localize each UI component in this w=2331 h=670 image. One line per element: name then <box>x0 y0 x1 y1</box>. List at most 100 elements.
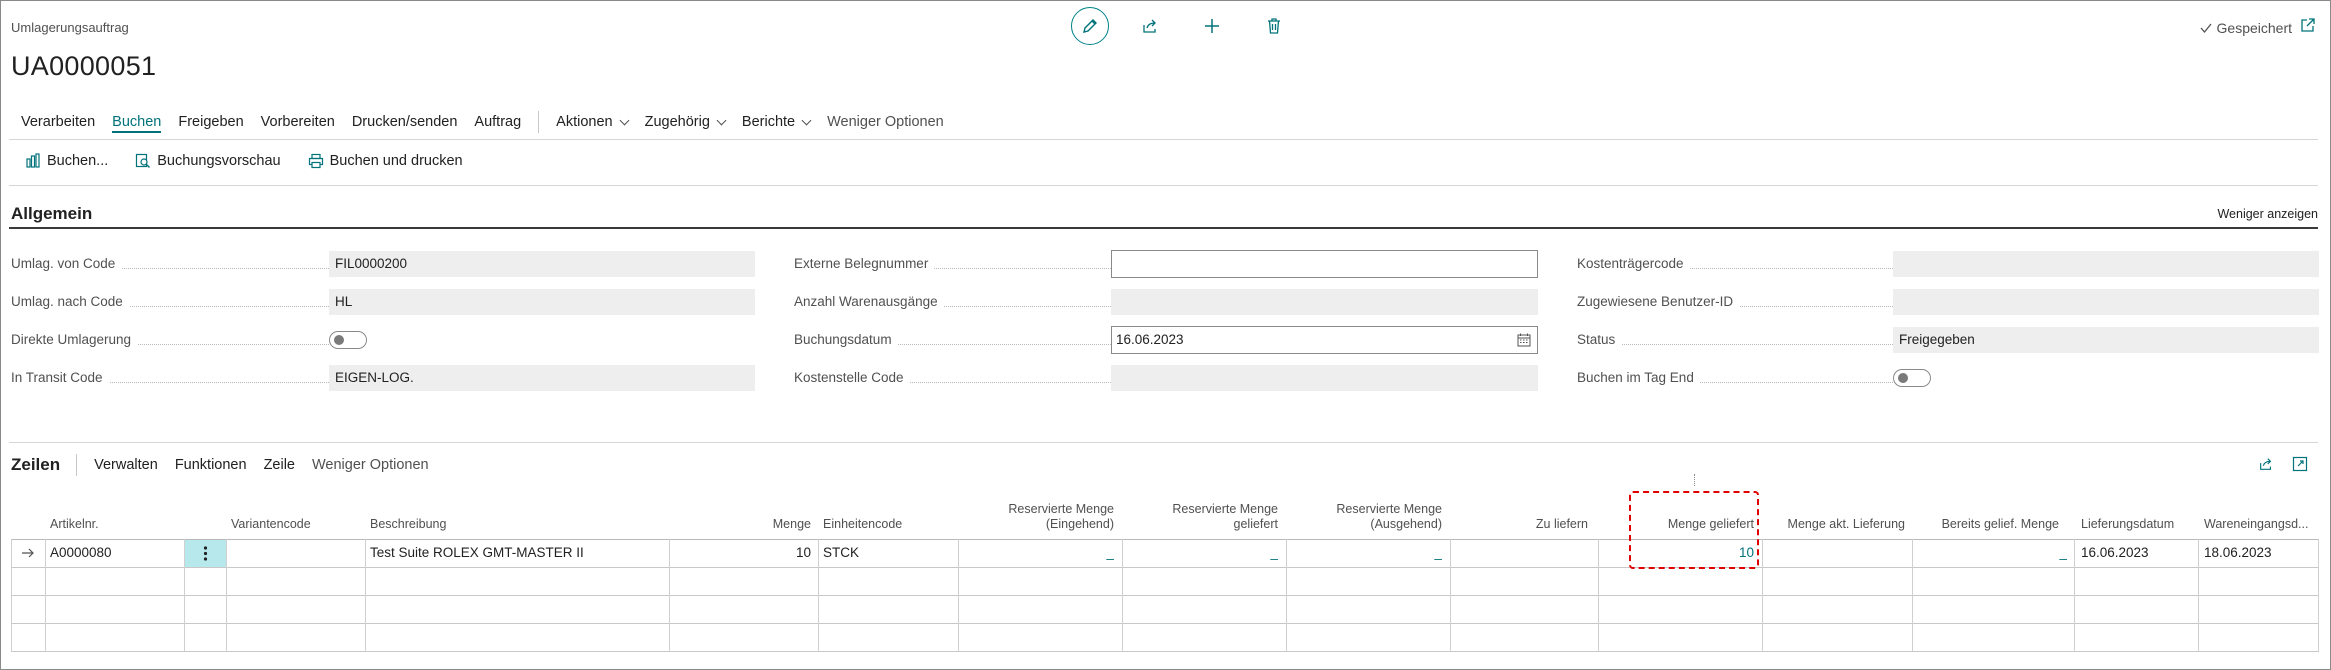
lines-action-bar: Zeilen Verwalten Funktionen Zeile Wenige… <box>11 453 446 477</box>
calendar-icon[interactable] <box>1517 333 1531 347</box>
field-label-cost-center: Kostenstelle Code <box>794 365 1111 391</box>
grid-col-line <box>818 539 819 651</box>
header-line: Reservierte Menge <box>1008 502 1114 516</box>
cell-reserved-inbound[interactable]: _ <box>959 539 1114 567</box>
pencil-edit-icon <box>1083 19 1097 33</box>
cell-unit[interactable]: STCK <box>823 539 953 567</box>
cell-variant[interactable] <box>231 539 361 567</box>
cell-quantity[interactable]: 10 <box>670 539 811 567</box>
header-line: Reservierte Menge <box>1336 502 1442 516</box>
chevron-down-icon <box>619 115 630 125</box>
cell-to-ship[interactable] <box>1451 539 1588 567</box>
expand-icon[interactable] <box>2292 456 2308 472</box>
page-title: UA0000051 <box>11 51 157 81</box>
post-and-print-button[interactable]: Buchen und drucken <box>308 153 463 169</box>
lines-action-verwalten[interactable]: Verwalten <box>94 457 158 473</box>
posting-date-input[interactable]: 16.06.2023 <box>1111 326 1538 354</box>
cell-item-no[interactable]: A0000080 <box>50 539 180 567</box>
row-indicator[interactable] <box>11 539 45 567</box>
col-header-variant[interactable]: Variantencode <box>231 517 311 532</box>
cell-reserved-shipped[interactable]: _ <box>1123 539 1278 567</box>
cell-reserved-outbound[interactable]: _ <box>1287 539 1442 567</box>
delete-button[interactable] <box>1264 16 1284 36</box>
col-header-reserved-inbound[interactable]: Reservierte Menge (Eingehend) <box>959 502 1114 532</box>
field-label-transfer-from: Umlag. von Code <box>11 251 329 277</box>
col-header-reserved-shipped[interactable]: Reservierte Menge geliefert <box>1123 502 1278 532</box>
status-field[interactable]: Freigegeben <box>1893 327 2319 353</box>
external-document-no-input[interactable] <box>1111 250 1538 278</box>
col-header-quantity[interactable]: Menge <box>670 517 811 532</box>
post-preview-button[interactable]: Buchungsvorschau <box>135 153 281 169</box>
new-button[interactable] <box>1202 16 1222 36</box>
cost-object-code-field[interactable] <box>1893 251 2319 277</box>
transfer-to-code-field[interactable]: HL <box>329 289 755 315</box>
field-label-transfer-to: Umlag. nach Code <box>11 289 329 315</box>
col-header-reserved-outbound[interactable]: Reservierte Menge (Ausgehend) <box>1287 502 1442 532</box>
cell-shipment-date[interactable]: 16.06.2023 <box>2081 539 2195 567</box>
chevron-down-icon <box>801 115 812 125</box>
in-transit-code-field[interactable]: EIGEN-LOG. <box>329 365 755 391</box>
section-underline <box>9 227 2318 229</box>
action-aktionen-dropdown[interactable]: Aktionen <box>556 114 630 130</box>
toggle-knob <box>334 335 344 345</box>
action-drucken-senden[interactable]: Drucken/senden <box>352 114 458 130</box>
lines-action-funktionen[interactable]: Funktionen <box>175 457 247 473</box>
post-document-icon <box>26 153 40 168</box>
field-label-assigned-user: Zugewiesene Benutzer-ID <box>1577 289 1893 315</box>
checkmark-icon <box>2200 23 2212 34</box>
cell-description[interactable]: Test Suite ROLEX GMT-MASTER II <box>370 539 665 567</box>
col-header-description[interactable]: Beschreibung <box>370 517 446 532</box>
action-auftrag[interactable]: Auftrag <box>474 114 521 130</box>
saved-status: Gespeichert <box>2199 20 2292 36</box>
cost-center-code-field[interactable] <box>1111 365 1538 391</box>
open-new-window-button[interactable] <box>2300 17 2316 38</box>
edit-button[interactable] <box>1071 7 1109 45</box>
action-berichte-dropdown[interactable]: Berichte <box>742 114 812 130</box>
share-button[interactable] <box>1140 16 1160 36</box>
grid-col-line <box>2318 539 2319 651</box>
lines-icons <box>2258 456 2308 472</box>
shipments-count-field[interactable] <box>1111 289 1538 315</box>
action-separator <box>538 111 540 133</box>
field-label-in-transit: In Transit Code <box>11 365 329 391</box>
field-label-posting-date: Buchungsdatum <box>794 327 1111 353</box>
action-zugehoerig-dropdown[interactable]: Zugehörig <box>645 114 727 130</box>
col-header-already-shipped[interactable]: Bereits gelief. Menge <box>1913 517 2059 532</box>
toggle-knob <box>1898 373 1908 383</box>
col-header-to-ship[interactable]: Zu liefern <box>1451 517 1588 532</box>
lines-less-options[interactable]: Weniger Optionen <box>312 457 429 473</box>
plus-icon <box>1205 19 1219 33</box>
action-verarbeiten[interactable]: Verarbeiten <box>21 114 95 130</box>
col-header-item-no[interactable]: Artikelnr. <box>50 517 99 532</box>
col-header-receipt-date[interactable]: Wareneingangsd... <box>2204 517 2314 532</box>
action-buchen[interactable]: Buchen <box>112 114 162 133</box>
column-resize-handle[interactable] <box>1694 474 1696 486</box>
post-preview-label: Buchungsvorschau <box>157 153 281 169</box>
section-title-general[interactable]: Allgemein <box>11 204 92 224</box>
share-icon[interactable] <box>2258 456 2274 472</box>
col-header-qty-current-shipment[interactable]: Menge akt. Lieferung <box>1763 517 1905 532</box>
action-vorbereiten[interactable]: Vorbereiten <box>261 114 335 130</box>
assigned-user-id-field[interactable] <box>1893 289 2319 315</box>
cell-qty-current-shipment[interactable] <box>1763 539 1905 567</box>
arrow-right-icon <box>22 549 34 558</box>
row-action-menu[interactable] <box>185 540 226 567</box>
col-header-unit[interactable]: Einheitencode <box>823 517 902 532</box>
action-freigeben[interactable]: Freigeben <box>178 114 243 130</box>
lines-title[interactable]: Zeilen <box>11 455 60 475</box>
cell-receipt-date[interactable]: 18.06.2023 <box>2204 539 2316 567</box>
grid-col-line <box>2198 539 2199 651</box>
post-day-end-toggle[interactable] <box>1893 369 1931 387</box>
grid-col-line <box>45 539 46 651</box>
cell-already-shipped[interactable]: _ <box>1913 539 2067 567</box>
show-less-link[interactable]: Weniger anzeigen <box>2217 207 2318 221</box>
col-header-shipment-date[interactable]: Lieferungsdatum <box>2081 517 2174 532</box>
divider <box>9 185 2318 186</box>
direct-transfer-toggle[interactable] <box>329 331 367 349</box>
field-label-post-day-end: Buchen im Tag End <box>1577 365 1893 391</box>
grid-row-line <box>11 567 2319 568</box>
action-less-options[interactable]: Weniger Optionen <box>827 114 944 130</box>
post-button[interactable]: Buchen... <box>25 153 108 169</box>
transfer-from-code-field[interactable]: FIL0000200 <box>329 251 755 277</box>
lines-action-zeile[interactable]: Zeile <box>264 457 295 473</box>
